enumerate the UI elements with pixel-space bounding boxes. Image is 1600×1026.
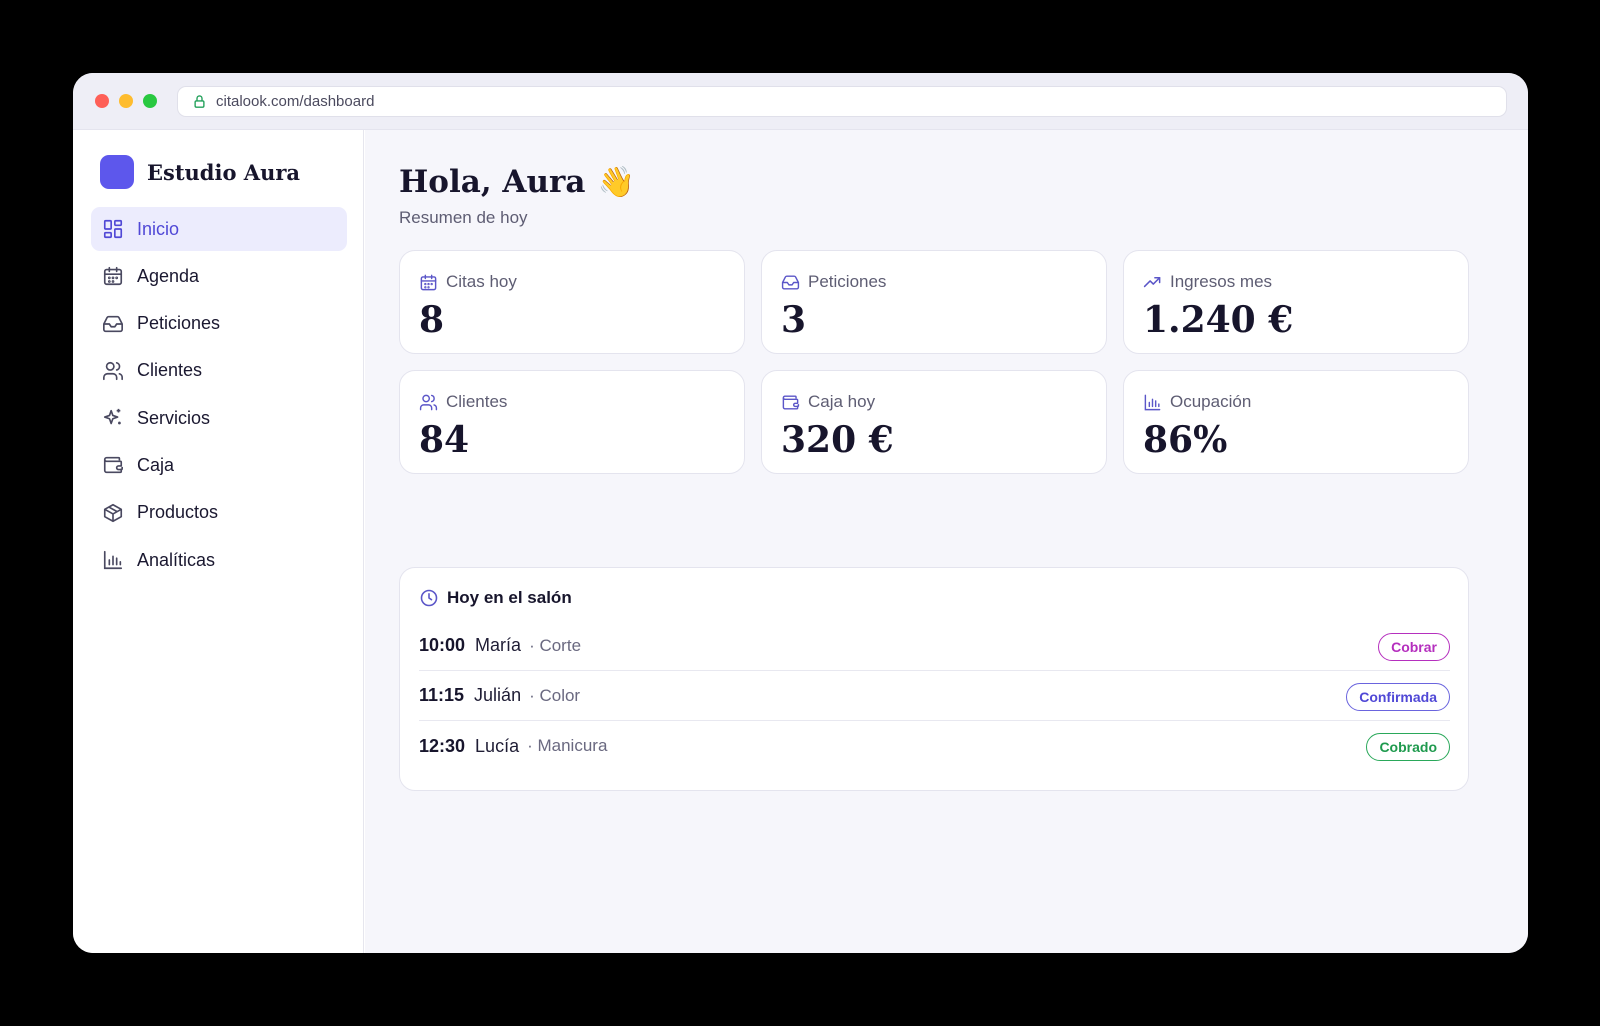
maximize-window-button[interactable] xyxy=(143,94,157,108)
appointment-row[interactable]: 11:15 Julián · Color Confirmada xyxy=(419,671,1450,721)
stat-card-ingresos-mes[interactable]: Ingresos mes 1.240 € xyxy=(1123,250,1469,354)
stat-label: Caja hoy xyxy=(808,392,876,411)
brand-logo xyxy=(100,155,134,189)
lock-icon xyxy=(194,95,205,108)
charge-button[interactable]: Cobrar xyxy=(1378,633,1450,661)
sidebar-item-servicios[interactable]: Servicios xyxy=(91,396,347,440)
sidebar-item-label: Inicio xyxy=(137,218,180,239)
sidebar-item-agenda[interactable]: Agenda xyxy=(91,254,347,298)
brand[interactable]: Estudio Aura xyxy=(100,155,300,189)
page-title: Hola, Aura 👋 xyxy=(399,164,635,200)
bar-chart-icon xyxy=(1144,394,1161,410)
browser-titlebar: citalook.com/dashboard xyxy=(73,73,1528,130)
wallet-icon xyxy=(782,394,800,410)
stat-value: 86% xyxy=(1143,419,1228,461)
stat-card-caja-hoy[interactable]: Caja hoy 320 € xyxy=(761,370,1107,474)
address-bar[interactable]: citalook.com/dashboard xyxy=(177,86,1507,117)
appointment-client: Julián xyxy=(474,685,522,705)
wallet-icon xyxy=(103,457,123,474)
stat-card-ocupacion[interactable]: Ocupación 86% xyxy=(1123,370,1469,474)
stats-grid: Citas hoy 8 Peticiones 3 Ingresos mes 1.… xyxy=(399,250,1469,474)
calendar-icon xyxy=(420,274,437,290)
sparkles-icon xyxy=(103,409,121,425)
address-bar-url: citalook.com/dashboard xyxy=(216,93,375,110)
sidebar-item-label: Servicios xyxy=(137,407,211,428)
page-subtitle: Resumen de hoy xyxy=(399,208,528,227)
appointment-row[interactable]: 12:30 Lucía · Manicura Cobrado xyxy=(419,721,1450,771)
appointment-time: 12:30 xyxy=(419,735,466,756)
appointment-service: · Corte xyxy=(529,635,582,655)
stat-card-clientes[interactable]: Clientes 84 xyxy=(399,370,745,474)
stat-value: 320 € xyxy=(781,419,894,461)
users-icon xyxy=(419,394,438,410)
sidebar-item-clientes[interactable]: Clientes xyxy=(91,349,347,393)
box-icon xyxy=(103,503,123,522)
sidebar-item-label: Analíticas xyxy=(137,549,216,570)
browser-window: citalook.com/dashboard Estudio Aura Inic… xyxy=(73,73,1528,953)
stat-card-citas-hoy[interactable]: Citas hoy 8 xyxy=(399,250,745,354)
calendar-icon xyxy=(103,267,123,286)
appointment-client: María xyxy=(475,635,522,655)
sidebar-item-inicio[interactable]: Inicio xyxy=(91,207,347,251)
stat-label: Ingresos mes xyxy=(1170,272,1273,291)
sidebar-nav: Inicio Agenda Peticiones Clientes Servic… xyxy=(91,207,347,585)
sidebar-item-analiticas[interactable]: Analíticas xyxy=(91,538,347,582)
today-panel: Hoy en el salón 10:00 María · Corte Cobr… xyxy=(399,567,1469,791)
inbox-icon xyxy=(781,274,800,290)
users-icon xyxy=(103,361,123,380)
minimize-window-button[interactable] xyxy=(119,94,133,108)
appointment-row[interactable]: 10:00 María · Corte Cobrar xyxy=(419,621,1450,671)
sidebar-item-label: Caja xyxy=(137,454,175,475)
sidebar: Estudio Aura Inicio Agenda Peticiones Cl… xyxy=(73,130,364,953)
stat-label: Clientes xyxy=(446,392,508,411)
stat-label: Peticiones xyxy=(808,272,887,291)
trending-up-icon xyxy=(1143,276,1161,287)
stat-value: 8 xyxy=(419,299,445,341)
waving-hand-icon: 👋 xyxy=(597,164,635,200)
sidebar-item-label: Clientes xyxy=(137,360,203,381)
grid-icon xyxy=(103,219,123,239)
appointment-client: Lucía xyxy=(475,735,520,756)
appointment-service: · Color xyxy=(529,685,581,705)
appointment-time: 10:00 xyxy=(419,635,466,655)
sidebar-item-label: Peticiones xyxy=(137,313,221,334)
sidebar-item-label: Productos xyxy=(137,502,219,523)
bar-chart-icon xyxy=(103,551,123,570)
inbox-icon xyxy=(103,315,123,332)
sidebar-item-caja[interactable]: Caja xyxy=(91,443,347,487)
stat-value: 84 xyxy=(419,419,470,461)
clock-icon xyxy=(420,589,438,607)
stat-label: Ocupación xyxy=(1170,392,1252,411)
main-content: Hola, Aura 👋 Resumen de hoy Citas hoy 8 … xyxy=(365,130,1528,953)
status-badge[interactable]: Cobrado xyxy=(1366,733,1450,761)
appointment-time: 11:15 xyxy=(419,685,465,705)
close-window-button[interactable] xyxy=(95,94,109,108)
stat-card-peticiones[interactable]: Peticiones 3 xyxy=(761,250,1107,354)
sidebar-item-productos[interactable]: Productos xyxy=(91,491,347,535)
sidebar-item-label: Agenda xyxy=(137,265,200,286)
brand-name: Estudio Aura xyxy=(147,159,301,185)
greeting-text: Hola, Aura xyxy=(399,164,586,200)
today-header: Hoy en el salón xyxy=(419,588,572,608)
stat-value: 1.240 € xyxy=(1143,299,1294,341)
stat-value: 3 xyxy=(781,299,807,341)
sidebar-item-peticiones[interactable]: Peticiones xyxy=(91,302,347,346)
today-title: Hoy en el salón xyxy=(447,588,572,607)
appointment-service: · Manicura xyxy=(527,736,608,755)
status-badge[interactable]: Confirmada xyxy=(1346,683,1450,711)
stat-label: Citas hoy xyxy=(446,272,517,291)
